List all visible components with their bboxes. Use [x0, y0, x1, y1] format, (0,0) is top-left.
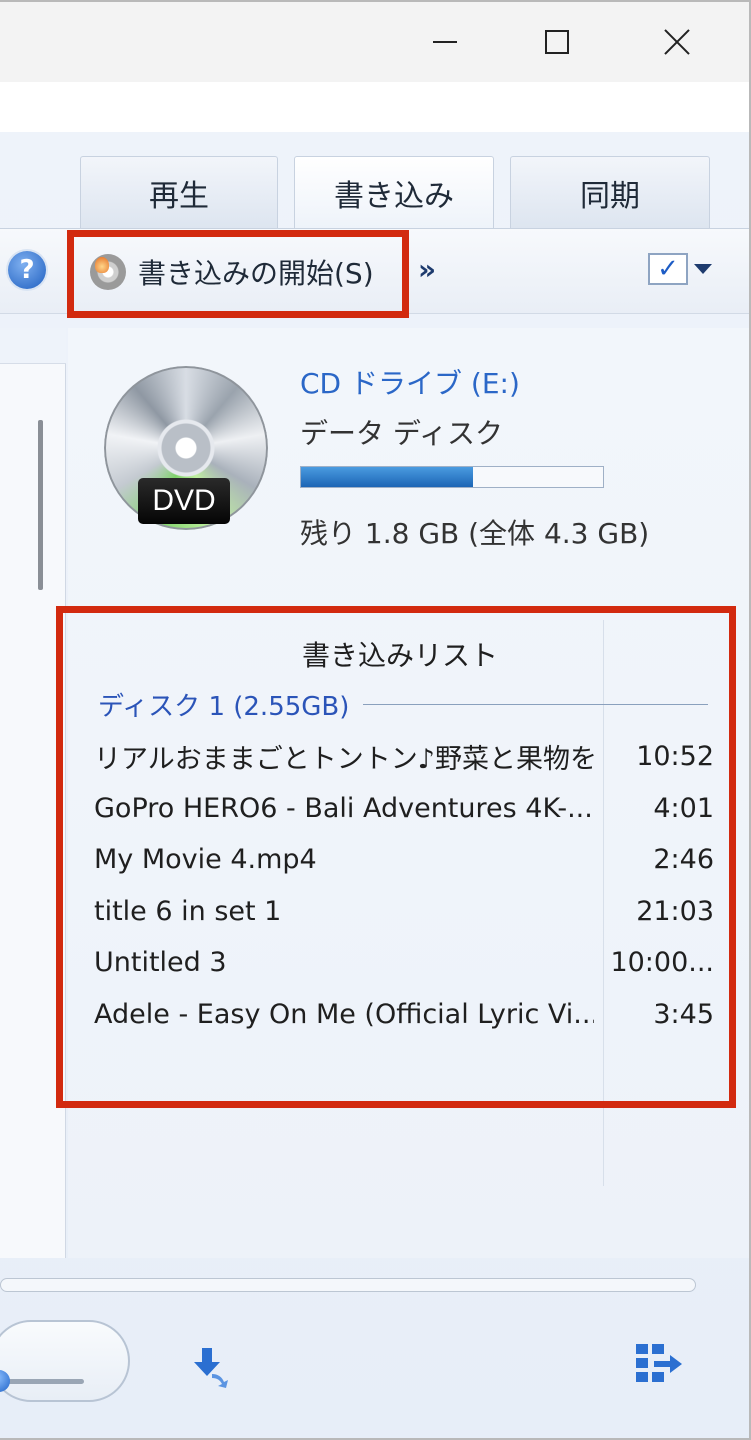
volume-slider[interactable]: [6, 1379, 84, 1384]
title-bar: [0, 2, 749, 82]
minimize-icon: [433, 41, 457, 43]
maximize-icon: [545, 30, 569, 54]
drive-name-link[interactable]: CD ドライブ (E:): [300, 362, 520, 402]
tab-play[interactable]: 再生: [80, 156, 278, 228]
tab-burn[interactable]: 書き込み: [294, 156, 494, 228]
minimize-button[interactable]: [385, 2, 505, 82]
disc-capacity-bar: [300, 466, 604, 488]
close-icon: [663, 28, 691, 56]
address-strip: [0, 82, 749, 132]
navigation-scrollbar[interactable]: [38, 420, 43, 590]
disc-capacity-fill: [301, 467, 474, 487]
volume-control: [0, 1320, 130, 1402]
highlight-start-burn: [67, 230, 409, 318]
volume-knob[interactable]: [0, 1370, 10, 1392]
maximize-button[interactable]: [497, 2, 617, 82]
close-button[interactable]: [617, 2, 737, 82]
burn-options-menu[interactable]: ✓: [648, 253, 712, 285]
media-player-window: 再生 書き込み 同期 ? 書き込みの開始(S) » ✓ DVD CD ドライブ …: [0, 0, 751, 1440]
dvd-badge: DVD: [138, 478, 230, 524]
switch-layout-icon[interactable]: [636, 1344, 684, 1384]
tab-sync[interactable]: 同期: [510, 156, 710, 228]
highlight-burn-list: [56, 606, 736, 1108]
chevron-down-icon: [694, 264, 712, 274]
navigation-pane-header: [0, 328, 66, 364]
playback-controls: [0, 1302, 749, 1438]
horizontal-scrollbar[interactable]: [0, 1278, 696, 1292]
more-commands-icon[interactable]: »: [418, 253, 436, 286]
checkmark-icon: ✓: [648, 253, 688, 285]
switch-to-now-playing-icon[interactable]: [192, 1344, 228, 1388]
help-icon[interactable]: ?: [8, 251, 46, 289]
remaining-space: 残り 1.8 GB (全体 4.3 GB): [300, 517, 650, 550]
disc-type: データ ディスク: [300, 417, 503, 450]
